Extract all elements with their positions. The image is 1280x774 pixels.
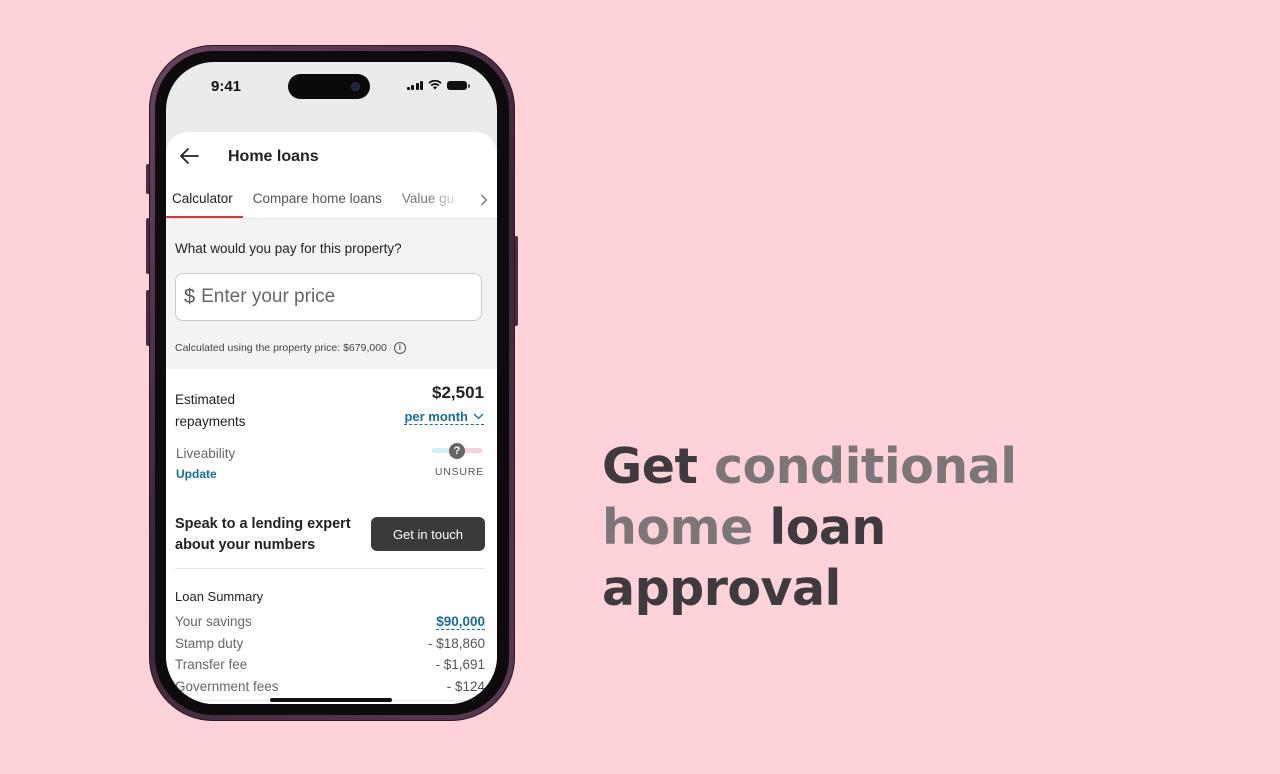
status-time: 9:41 <box>211 78 242 95</box>
summary-row-label: Transfer fee <box>175 657 248 673</box>
summary-row-stamp-duty: Stamp duty - $18,860 <box>175 633 485 655</box>
divider <box>175 568 485 569</box>
liveability-gauge: ? <box>432 443 482 459</box>
loan-summary-title: Loan Summary <box>175 589 264 604</box>
liveability-label: Liveability <box>176 446 236 461</box>
chevron-down-icon <box>473 413 484 420</box>
repayment-amount: $2,501 <box>432 383 484 402</box>
camera-icon <box>351 82 360 91</box>
summary-row-value: - $18,860 <box>427 635 485 651</box>
headline-word: loan <box>769 499 886 556</box>
tab-calculator[interactable]: Calculator <box>166 180 243 218</box>
loan-summary-list: Your savings $90,000 Stamp duty - $18,86… <box>175 611 485 697</box>
price-input-field[interactable]: $ <box>175 273 482 321</box>
tab-value-guide[interactable]: Value gu <box>392 180 464 218</box>
app-header: Home loans <box>166 132 497 180</box>
page-title: Home loans <box>228 148 319 165</box>
back-arrow-icon[interactable] <box>178 146 200 166</box>
summary-row-transfer-fee: Transfer fee - $1,691 <box>175 654 485 676</box>
phone-frame: 9:41 Home loans Calculator Compare home … <box>149 45 515 721</box>
headline-word: home <box>602 499 753 556</box>
period-label: per month <box>404 409 468 424</box>
headline-word: Get <box>602 438 698 495</box>
chevron-right-icon <box>481 194 488 206</box>
tab-bar: Calculator Compare home loans Value gu <box>166 180 497 219</box>
period-selector[interactable]: per month <box>404 409 484 425</box>
headline-word: approval <box>602 560 841 617</box>
summary-row-value: - $124 <box>446 678 485 694</box>
price-input[interactable] <box>199 285 454 309</box>
lending-expert-prompt: Speak to a lending expert about your num… <box>175 516 351 553</box>
phone-screen: 9:41 Home loans Calculator Compare home … <box>166 62 497 704</box>
calculator-results: Estimated repayments $2,501 per month Li… <box>166 369 497 704</box>
question-mark-icon: ? <box>449 443 465 459</box>
summary-row-label: Stamp duty <box>175 635 244 651</box>
currency-symbol: $ <box>184 285 196 308</box>
calculation-note: Calculated using the property price: $67… <box>175 342 406 354</box>
price-section: What would you pay for this property? $ … <box>166 219 497 369</box>
summary-row-label: Government fees <box>175 678 279 694</box>
liveability-update-link[interactable]: Update <box>176 467 217 481</box>
savings-value-link[interactable]: $90,000 <box>436 614 485 630</box>
info-icon[interactable]: i <box>393 342 406 354</box>
estimated-repayments-label: Estimated repayments <box>175 389 285 433</box>
dynamic-island <box>288 74 370 99</box>
signal-icon <box>406 80 423 90</box>
status-bar: 9:41 <box>166 62 497 114</box>
tab-compare-home-loans[interactable]: Compare home loans <box>243 180 392 218</box>
liveability-status: UNSURE <box>434 466 484 478</box>
get-in-touch-button[interactable]: Get in touch <box>371 517 485 551</box>
calculation-note-text: Calculated using the property price: $67… <box>175 342 387 354</box>
estimated-repayments-line2: repayments <box>175 414 246 429</box>
summary-row-government-fees: Government fees - $124 <box>175 676 485 698</box>
wifi-icon <box>428 80 442 90</box>
summary-row-savings: Your savings $90,000 <box>175 611 485 633</box>
price-question: What would you pay for this property? <box>175 241 402 256</box>
summary-row-label: Your savings <box>175 614 252 630</box>
home-indicator[interactable] <box>270 698 392 702</box>
summary-row-value: - $1,691 <box>435 657 485 673</box>
status-icons <box>406 80 470 90</box>
tab-scroll-right[interactable] <box>471 180 497 218</box>
headline: Get conditional home loan approval <box>602 436 1122 619</box>
battery-icon <box>447 80 470 90</box>
headline-word: conditional <box>713 438 1017 495</box>
estimated-repayments-line1: Estimated <box>175 392 236 407</box>
